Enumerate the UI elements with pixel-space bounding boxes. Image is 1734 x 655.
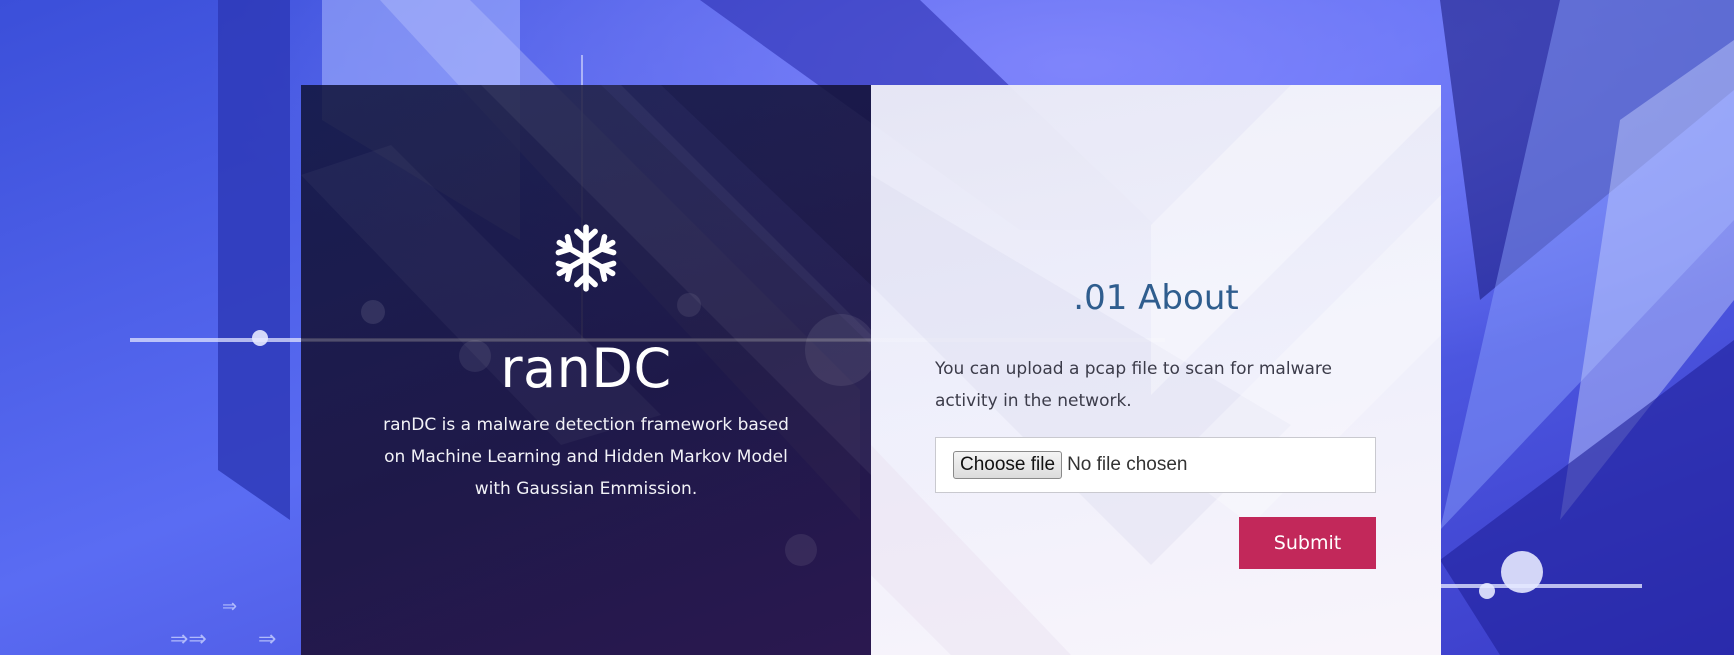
file-upload-field[interactable]: Choose file No file chosen <box>935 437 1376 493</box>
file-status-text: No file chosen <box>1067 454 1188 475</box>
about-title: .01 About <box>1073 278 1239 318</box>
brand-description: ranDC is a malware detection framework b… <box>383 415 789 499</box>
brand-panel: ranDC ranDC is a malware detection frame… <box>301 85 871 655</box>
svg-text:⇒: ⇒ <box>222 596 237 617</box>
main-card: ranDC ranDC is a malware detection frame… <box>301 85 1441 655</box>
svg-text:⇒⇒: ⇒⇒ <box>170 627 207 652</box>
brand-title: ranDC <box>500 337 672 400</box>
about-panel: .01 About You can upload a pcap file to … <box>871 85 1441 655</box>
svg-text:⇒: ⇒ <box>258 627 276 652</box>
about-text: You can upload a pcap file to scan for m… <box>935 359 1332 411</box>
snowflake-icon <box>551 224 621 293</box>
choose-file-button[interactable]: Choose file <box>953 451 1063 479</box>
submit-button[interactable]: Submit <box>1239 517 1376 569</box>
